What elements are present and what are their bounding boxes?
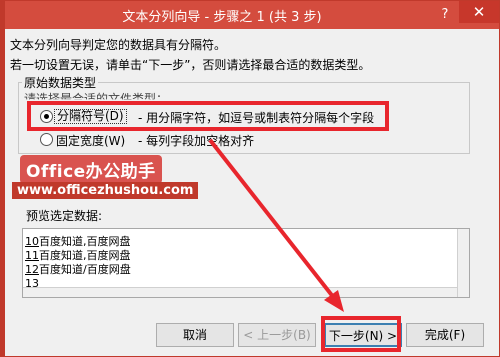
annotation-arrow: [208, 138, 344, 312]
arrow-head: [324, 290, 344, 312]
arrow-shaft: [208, 138, 336, 300]
